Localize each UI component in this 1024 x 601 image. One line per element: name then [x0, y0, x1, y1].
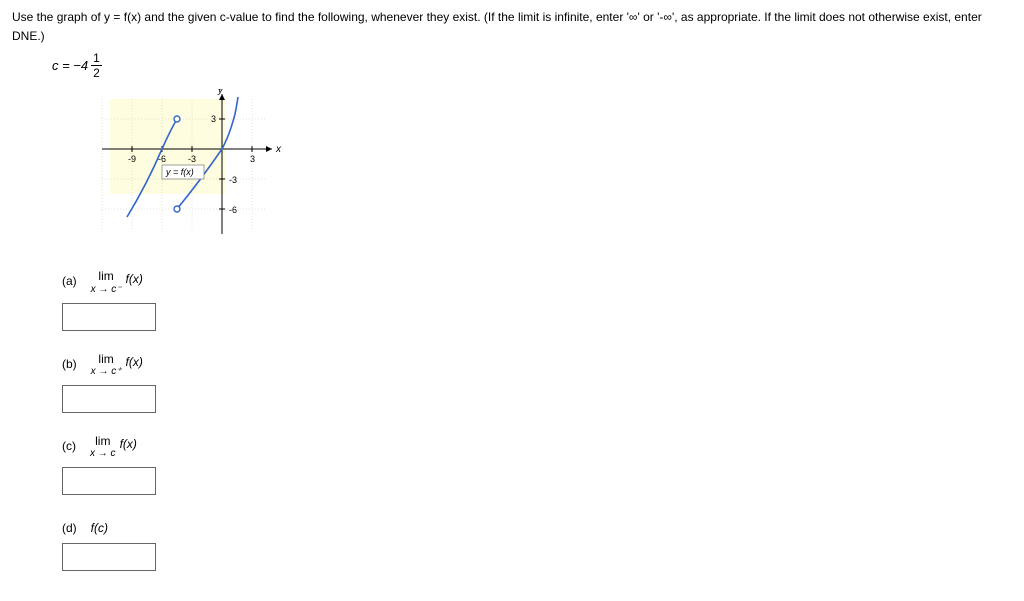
svg-text:x: x: [275, 144, 282, 155]
part-a-answer-input[interactable]: [62, 303, 156, 331]
part-d-label: (d): [62, 517, 77, 535]
part-b-fx: f(x): [126, 353, 143, 369]
part-c: (c) lim x → c f(x): [62, 435, 1012, 495]
part-b-label: (b): [62, 353, 77, 371]
graph-figure: -9 -6 -3 3 3 -3 -6 x y y y = f(x): [92, 89, 1012, 252]
part-d-answer-input[interactable]: [62, 543, 156, 571]
part-a-fx: f(x): [126, 270, 143, 286]
svg-text:y: y: [217, 89, 224, 96]
part-b-answer-input[interactable]: [62, 385, 156, 413]
svg-text:3: 3: [250, 154, 255, 164]
part-c-fx: f(x): [120, 435, 137, 451]
part-a: (a) lim x → c⁻ f(x): [62, 270, 1012, 330]
part-d: (d) f(c): [62, 517, 1012, 571]
part-a-limit: lim x → c⁻: [91, 270, 122, 294]
svg-text:-9: -9: [128, 154, 136, 164]
graph-svg: -9 -6 -3 3 3 -3 -6 x y y y = f(x): [92, 89, 282, 249]
part-c-limit: lim x → c: [90, 435, 116, 459]
c-value-display: c = −4 1 2: [52, 52, 1012, 79]
part-c-answer-input[interactable]: [62, 467, 156, 495]
svg-text:-3: -3: [229, 175, 237, 185]
svg-text:y = f(x): y = f(x): [165, 167, 194, 177]
part-d-expr: f(c): [91, 517, 108, 535]
svg-text:-6: -6: [229, 205, 237, 215]
svg-text:-3: -3: [188, 154, 196, 164]
part-b-limit: lim x → c⁺: [91, 353, 122, 377]
part-b: (b) lim x → c⁺ f(x): [62, 353, 1012, 413]
part-a-label: (a): [62, 270, 77, 288]
svg-text:3: 3: [211, 114, 216, 124]
part-c-label: (c): [62, 435, 76, 453]
problem-instructions: Use the graph of y = f(x) and the given …: [12, 8, 1012, 46]
